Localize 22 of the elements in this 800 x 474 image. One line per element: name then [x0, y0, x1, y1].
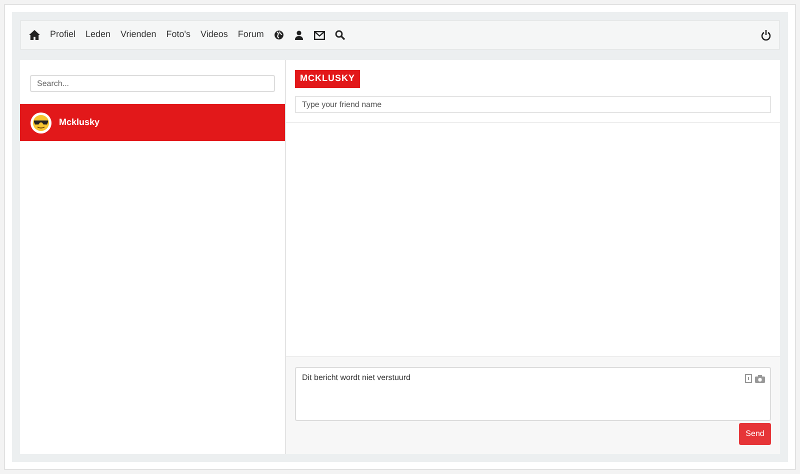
- nav-link[interactable]: Profiel: [50, 28, 76, 42]
- globe-icon[interactable]: [274, 30, 284, 40]
- search-field[interactable]: Search...: [30, 75, 275, 92]
- chat-title: MCKLUSKY: [295, 70, 360, 88]
- nav-link[interactable]: Foto's: [166, 28, 190, 42]
- message-field[interactable]: Dit bericht wordt niet verstuurd: [295, 367, 771, 421]
- friend-name-field[interactable]: Type your friend name: [295, 96, 771, 113]
- contact-name: Mcklusky: [59, 116, 100, 129]
- search-icon[interactable]: [334, 30, 345, 40]
- camera-icon[interactable]: [755, 374, 765, 382]
- send-button[interactable]: Send: [739, 423, 771, 445]
- sunglasses-emoji-icon: [30, 112, 52, 134]
- person-icon[interactable]: [294, 30, 304, 40]
- home-icon[interactable]: [29, 30, 40, 40]
- mail-icon[interactable]: [314, 30, 325, 40]
- nav-link[interactable]: Leden: [86, 28, 111, 42]
- nav-link[interactable]: Vrienden: [120, 28, 156, 42]
- power-icon[interactable]: [761, 30, 771, 40]
- file-icon[interactable]: [745, 374, 752, 383]
- contact-item[interactable]: Mcklusky: [20, 104, 285, 141]
- nav-link[interactable]: Videos: [200, 28, 228, 42]
- nav-link[interactable]: Forum: [238, 28, 264, 42]
